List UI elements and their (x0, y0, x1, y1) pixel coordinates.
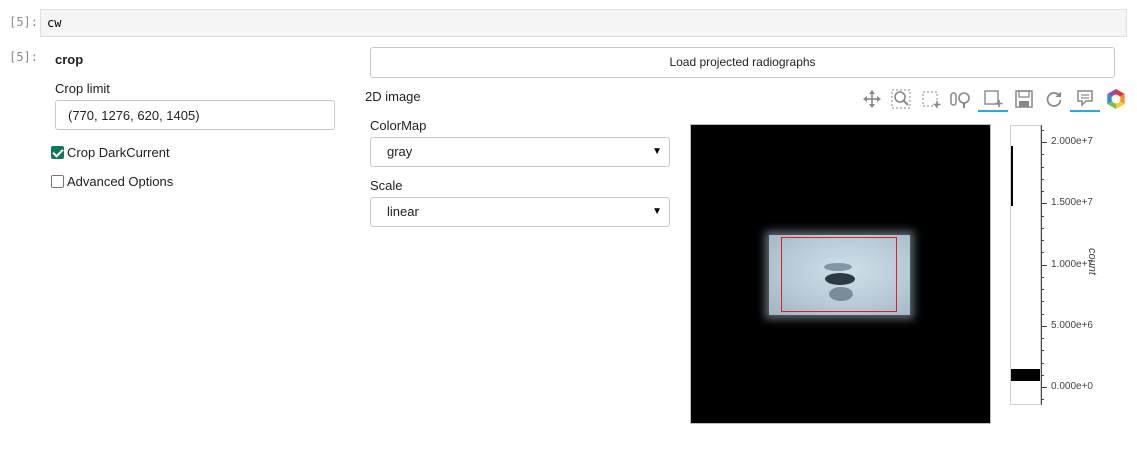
colorbar-tick-label: 2.000e+7 (1051, 136, 1093, 147)
histogram-line (1011, 146, 1013, 206)
box-zoom-icon (891, 89, 911, 109)
colorbar-tick (1041, 387, 1047, 388)
advanced-options-label: Advanced Options (67, 174, 174, 189)
image-plot[interactable] (690, 124, 991, 424)
colorbar-minor-tick (1041, 240, 1044, 241)
colorbar-minor-tick (1041, 228, 1044, 229)
colorbar-minor-tick (1041, 277, 1044, 278)
checkbox-checked-icon[interactable] (51, 146, 64, 159)
colormap-value: gray (387, 144, 413, 159)
image-panel-title: 2D image (365, 89, 421, 104)
hover-icon (1077, 90, 1093, 107)
colorbar-tick-label: 1.500e+7 (1051, 197, 1093, 208)
box-edit-tool[interactable] (978, 86, 1008, 112)
checkbox-unchecked-icon[interactable] (51, 175, 64, 188)
load-radiographs-button[interactable]: Load projected radiographs (370, 47, 1115, 78)
colorbar-tick (1041, 142, 1047, 143)
crop-darkcurrent-label: Crop DarkCurrent (67, 145, 170, 160)
scale-select[interactable]: linear ▼ (370, 197, 670, 227)
reset-icon (1046, 91, 1062, 107)
save-icon (1015, 90, 1033, 108)
colorbar-tick-label: 0.000e+0 (1051, 381, 1093, 392)
save-tool[interactable] (1009, 86, 1039, 112)
code-input-cell[interactable]: cw (40, 9, 1127, 37)
colormap-select[interactable]: gray ▼ (370, 137, 670, 167)
advanced-options-checkbox[interactable]: Advanced Options (51, 174, 173, 189)
code-text: cw (47, 16, 62, 30)
colorbar-tick (1041, 203, 1047, 204)
crop-limit-label: Crop limit (55, 81, 110, 96)
colorbar-tick-label: 5.000e+6 (1051, 320, 1093, 331)
hover-tool[interactable] (1070, 86, 1100, 112)
box-edit-icon (984, 90, 1003, 107)
colorbar-minor-tick (1041, 301, 1044, 302)
crop-darkcurrent-checkbox[interactable]: Crop DarkCurrent (51, 145, 170, 160)
colorbar-tick (1041, 265, 1047, 266)
colorbar-minor-tick (1041, 216, 1044, 217)
dropdown-arrow-icon: ▼ (652, 206, 662, 217)
wheel-zoom-tool[interactable] (946, 86, 976, 112)
colorbar-minor-tick (1041, 363, 1044, 364)
colorbar-minor-tick (1041, 252, 1044, 253)
crop-limit-input[interactable] (55, 100, 335, 130)
colorbar-axis-title: count (1086, 248, 1098, 275)
input-prompt: [5]: (9, 15, 38, 29)
colorbar-minor-tick (1041, 350, 1044, 351)
box-select-tool[interactable] (916, 86, 946, 112)
colorbar-minor-tick (1041, 399, 1044, 400)
box-zoom-tool[interactable] (886, 86, 916, 112)
crop-region-rect[interactable] (781, 237, 897, 312)
colorbar-minor-tick (1041, 314, 1044, 315)
wheel-zoom-icon (950, 92, 970, 108)
box-select-icon (922, 91, 941, 108)
crop-title: crop (55, 52, 84, 67)
colorbar-minor-tick (1041, 130, 1044, 131)
scale-label: Scale (370, 178, 403, 193)
colorbar-minor-tick (1041, 289, 1044, 290)
colorbar (1010, 125, 1041, 405)
pan-icon (863, 90, 881, 108)
pan-tool[interactable] (857, 86, 887, 112)
colorbar-minor-tick (1041, 167, 1044, 168)
colorbar-tick (1041, 326, 1047, 327)
reset-tool[interactable] (1039, 86, 1069, 112)
bokeh-logo-icon (1107, 89, 1125, 109)
colormap-label: ColorMap (370, 118, 427, 133)
bokeh-logo[interactable] (1101, 86, 1131, 112)
colorbar-minor-tick (1041, 179, 1044, 180)
colorbar-minor-tick (1041, 191, 1044, 192)
dropdown-arrow-icon: ▼ (652, 146, 662, 157)
output-prompt: [5]: (9, 50, 38, 64)
scale-value: linear (387, 204, 419, 219)
histogram-bar (1011, 369, 1040, 381)
colorbar-minor-tick (1041, 375, 1044, 376)
colorbar-minor-tick (1041, 338, 1044, 339)
colorbar-minor-tick (1041, 154, 1044, 155)
